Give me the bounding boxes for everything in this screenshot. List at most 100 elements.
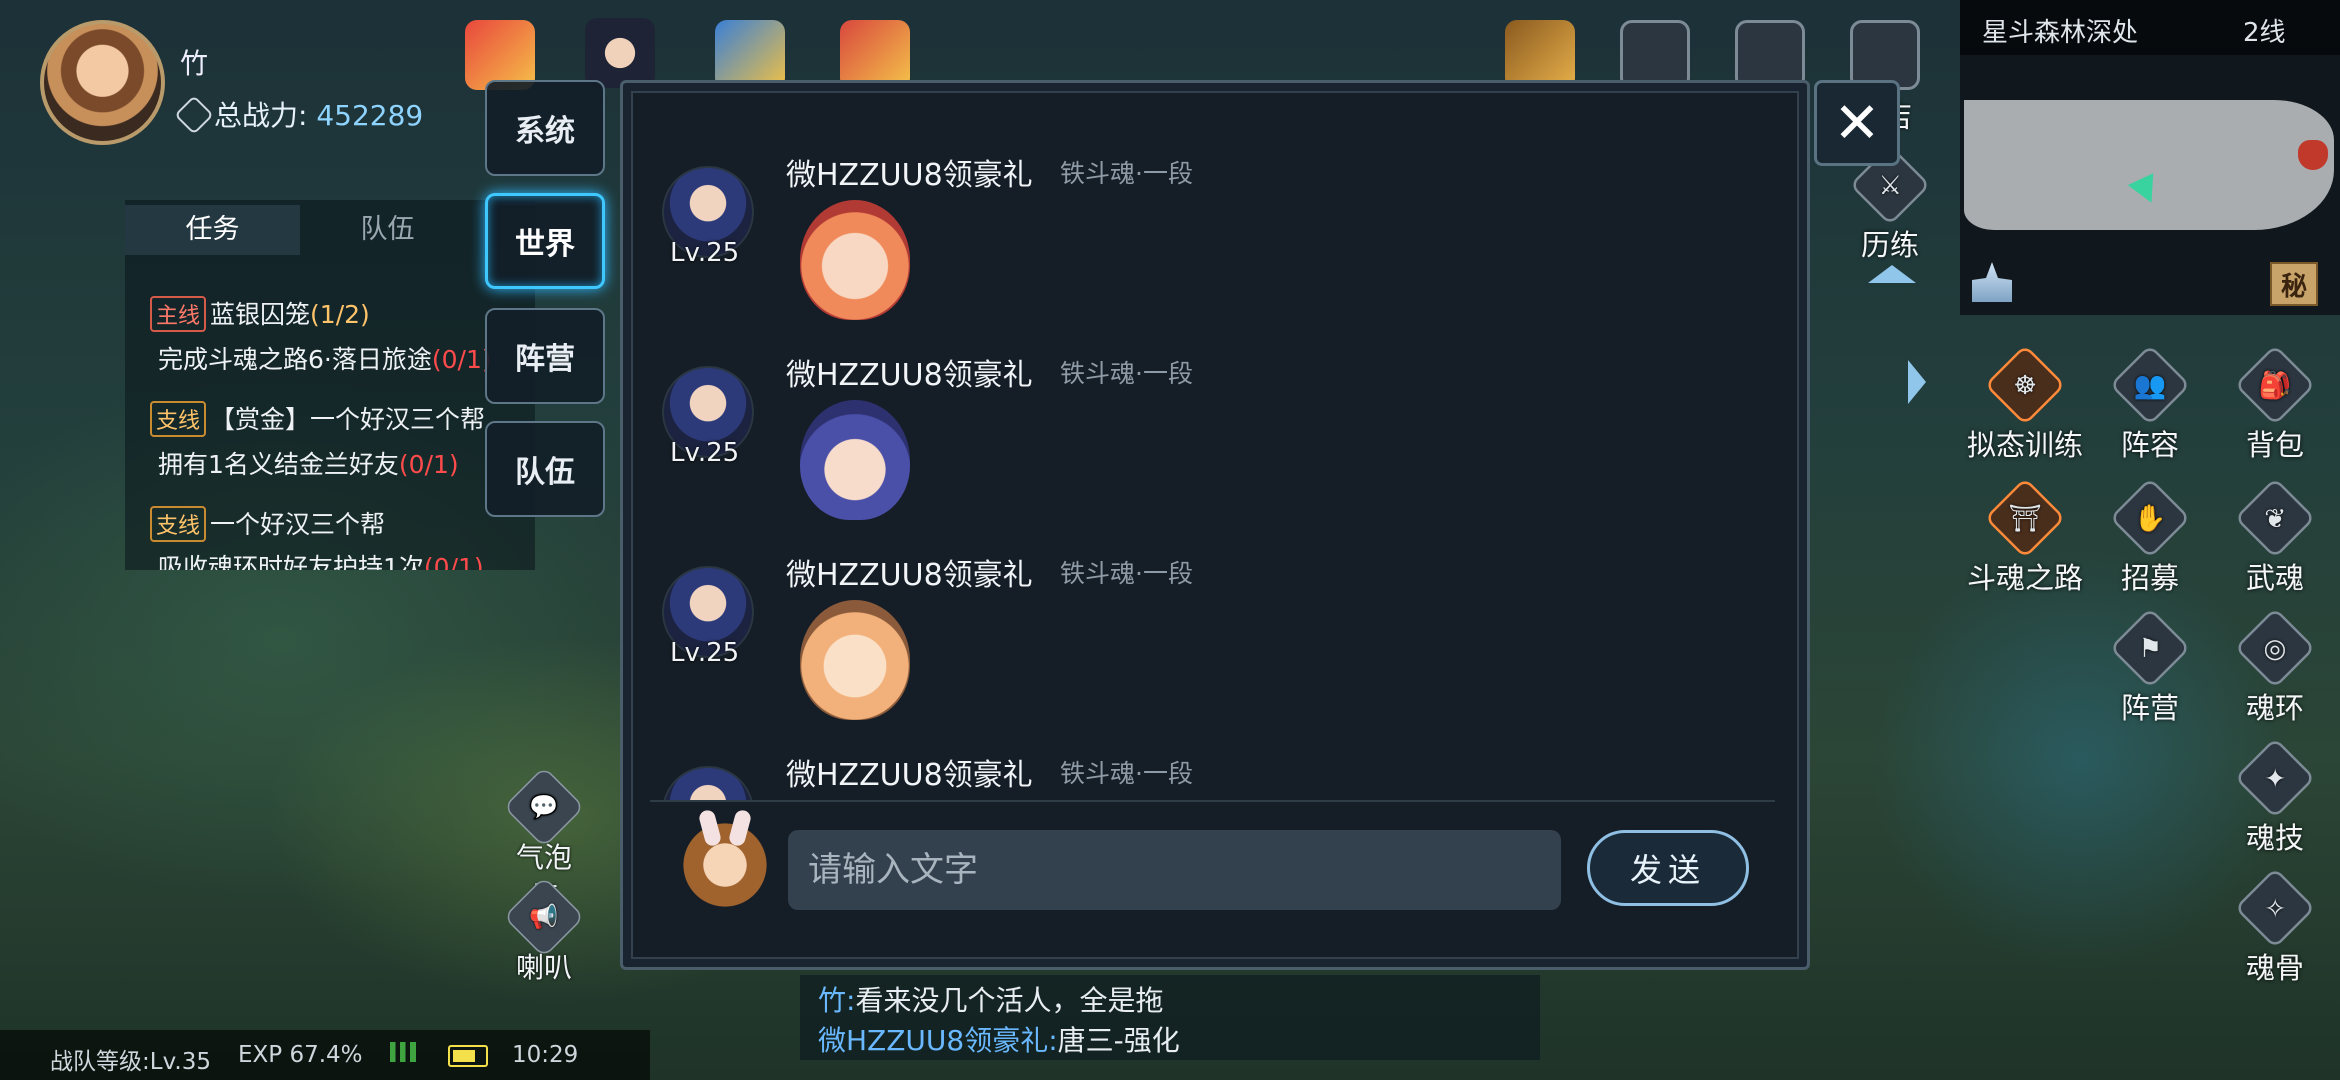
mimic-training-label: 拟态训练 — [1966, 428, 2083, 462]
chat-message: Lv.25 微HZZUU8领豪礼 铁斗魂·一段 — [650, 510, 1775, 720]
task-progress: (1/2) — [310, 300, 370, 329]
chat-message: Lv.25 微HZZUU8领豪礼 铁斗魂·一段 — [650, 110, 1775, 320]
sender-avatar[interactable] — [662, 766, 754, 800]
faction-button[interactable]: ⚑ 阵营 — [2090, 607, 2210, 727]
power-value: 452289 — [316, 99, 424, 132]
recruit-button[interactable]: ✋ 招募 — [2090, 477, 2210, 597]
leaf-icon: ❦ — [2234, 477, 2316, 559]
total-power: 总战力: 452289 — [174, 94, 424, 135]
sender-rank: 铁斗魂·一段 — [1060, 759, 1193, 788]
soul-road-button[interactable]: ⛩ 斗魂之路 — [1965, 477, 2085, 597]
secret-realm-button[interactable]: 秘 — [2270, 262, 2318, 306]
task-desc-text: 拥有1名义结金兰好友 — [158, 450, 399, 479]
preview-line: 微HZZUU8领豪礼:唐三-强化 — [818, 1019, 1180, 1059]
exp-percent: EXP 67.4% — [238, 1042, 363, 1068]
soul-skill-button[interactable]: ✦ 魂技 — [2215, 737, 2335, 857]
channel-tab-team[interactable]: 队伍 — [485, 421, 605, 517]
chat-input[interactable] — [788, 830, 1561, 910]
task-item[interactable]: 支线 【赏金】一个好汉三个帮 — [150, 400, 485, 437]
sender-name[interactable]: 微HZZUU8领豪礼 — [786, 550, 1033, 594]
soul-bone-button[interactable]: ✧ 魂骨 — [2215, 867, 2335, 987]
preview-sender: 微HZZUU8领豪礼: — [818, 1024, 1058, 1057]
channel-tab-world[interactable]: 世界 — [485, 193, 605, 289]
boss-marker-icon — [2298, 140, 2328, 170]
bone-icon: ✧ — [2234, 867, 2316, 949]
meditation-icon: ☸ — [1984, 344, 2066, 426]
my-avatar[interactable] — [680, 820, 770, 920]
task-tag: 支线 — [150, 401, 207, 437]
soul-bone-label: 魂骨 — [2245, 951, 2304, 985]
skill-icon: ✦ — [2234, 737, 2316, 819]
lineup-button[interactable]: 👥 阵容 — [2090, 344, 2210, 464]
ring-icon: ◎ — [2234, 607, 2316, 689]
faction-label: 阵营 — [2120, 691, 2179, 725]
sender-name[interactable]: 微HZZUU8领豪礼 — [786, 350, 1033, 394]
task-tag: 主线 — [150, 296, 207, 332]
task-desc-progress: (0/1) — [398, 450, 459, 479]
practice-button[interactable]: ⚔ 历练 — [1830, 144, 1950, 264]
task-title: 蓝银囚笼 — [210, 300, 311, 329]
task-desc: 吸收魂环时好友护持1次(0/1) — [158, 548, 484, 570]
bag-button[interactable]: 🎒 背包 — [2215, 344, 2335, 464]
martial-soul-label: 武魂 — [2245, 561, 2304, 595]
location-name: 星斗森林深处 — [1982, 18, 2139, 48]
martial-soul-button[interactable]: ❦ 武魂 — [2215, 477, 2335, 597]
chat-preview[interactable]: 竹:看来没几个活人，全是拖 微HZZUU8领豪礼:唐三-强化 — [800, 975, 1540, 1060]
task-desc-progress: (0/1) — [423, 553, 484, 570]
signal-icon — [390, 1042, 416, 1068]
eating-sticker-icon — [800, 600, 910, 720]
task-tabs: 任务 队伍 — [125, 205, 535, 255]
gate-icon: ⛩ — [1984, 477, 2066, 559]
minimap-header: 星斗森林深处 2线 — [1960, 0, 2340, 55]
preview-text: 唐三-强化 — [1057, 1024, 1180, 1057]
sender-level: Lv.25 — [670, 438, 740, 468]
collapse-up-icon[interactable] — [1868, 265, 1916, 283]
horn-button[interactable]: 📢 喇叭 — [503, 876, 585, 986]
task-desc-progress: (0/1) — [431, 345, 492, 374]
battery-icon — [448, 1045, 488, 1073]
preview-text: 看来没几个活人，全是拖 — [855, 984, 1164, 1017]
tab-team[interactable]: 队伍 — [300, 205, 475, 255]
chat-message-list[interactable]: Lv.25 微HZZUU8领豪礼 铁斗魂·一段 Lv.25 微HZZUU8领豪礼… — [650, 110, 1775, 800]
team-level: 战队等级:Lv.35 — [50, 1049, 211, 1075]
mimic-training-button[interactable]: ☸ 拟态训练 — [1965, 344, 2085, 464]
close-button[interactable]: ✕ — [1814, 80, 1900, 166]
task-title: 【赏金】一个好汉三个帮 — [210, 405, 486, 434]
annoyed-sticker-icon — [800, 400, 910, 520]
status-bar: 战队等级:Lv.35 EXP 67.4% 10:29 — [0, 1030, 650, 1080]
task-desc: 完成斗魂之路6·落日旅途(0/1) — [158, 340, 492, 376]
group-icon: 👥 — [2109, 344, 2191, 426]
task-item[interactable]: 支线 一个好汉三个帮 — [150, 505, 385, 542]
sender-name[interactable]: 微HZZUU8领豪礼 — [786, 150, 1033, 194]
power-icon — [174, 95, 214, 135]
sender-rank: 铁斗魂·一段 — [1060, 359, 1193, 388]
sender-rank: 铁斗魂·一段 — [1060, 159, 1193, 188]
sender-rank: 铁斗魂·一段 — [1060, 559, 1193, 588]
expand-right-icon[interactable] — [1908, 360, 1926, 404]
flags-icon: ⚑ — [2109, 607, 2191, 689]
character-icon[interactable] — [585, 18, 655, 88]
tab-task[interactable]: 任务 — [125, 205, 300, 255]
handshake-icon: ✋ — [2109, 477, 2191, 559]
task-item[interactable]: 主线 蓝银囚笼(1/2) — [150, 295, 370, 332]
soul-ring-button[interactable]: ◎ 魂环 — [2215, 607, 2335, 727]
task-title: 一个好汉三个帮 — [210, 510, 386, 539]
server-line[interactable]: 2线 — [2243, 12, 2286, 49]
sender-name[interactable]: 微HZZUU8领豪礼 — [786, 750, 1033, 794]
send-button[interactable]: 发送 — [1587, 830, 1749, 906]
channel-tab-faction[interactable]: 阵营 — [485, 308, 605, 404]
player-avatar[interactable] — [40, 20, 165, 145]
preview-line: 竹:看来没几个活人，全是拖 — [818, 979, 1163, 1019]
power-label: 总战力: — [214, 99, 308, 132]
task-desc-text: 完成斗魂之路6·落日旅途 — [158, 345, 432, 374]
bag-label: 背包 — [2245, 428, 2304, 462]
channel-tab-system[interactable]: 系统 — [485, 80, 605, 176]
soul-road-label: 斗魂之路 — [1966, 561, 2083, 595]
player-name: 竹 — [180, 47, 209, 80]
close-icon: ✕ — [1833, 90, 1881, 156]
sender-level: Lv.25 — [670, 638, 740, 668]
preview-sender: 竹: — [818, 984, 856, 1017]
task-desc-text: 吸收魂环时好友护持1次 — [158, 553, 424, 570]
task-desc: 拥有1名义结金兰好友(0/1) — [158, 445, 459, 481]
backpack-icon: 🎒 — [2234, 344, 2316, 426]
